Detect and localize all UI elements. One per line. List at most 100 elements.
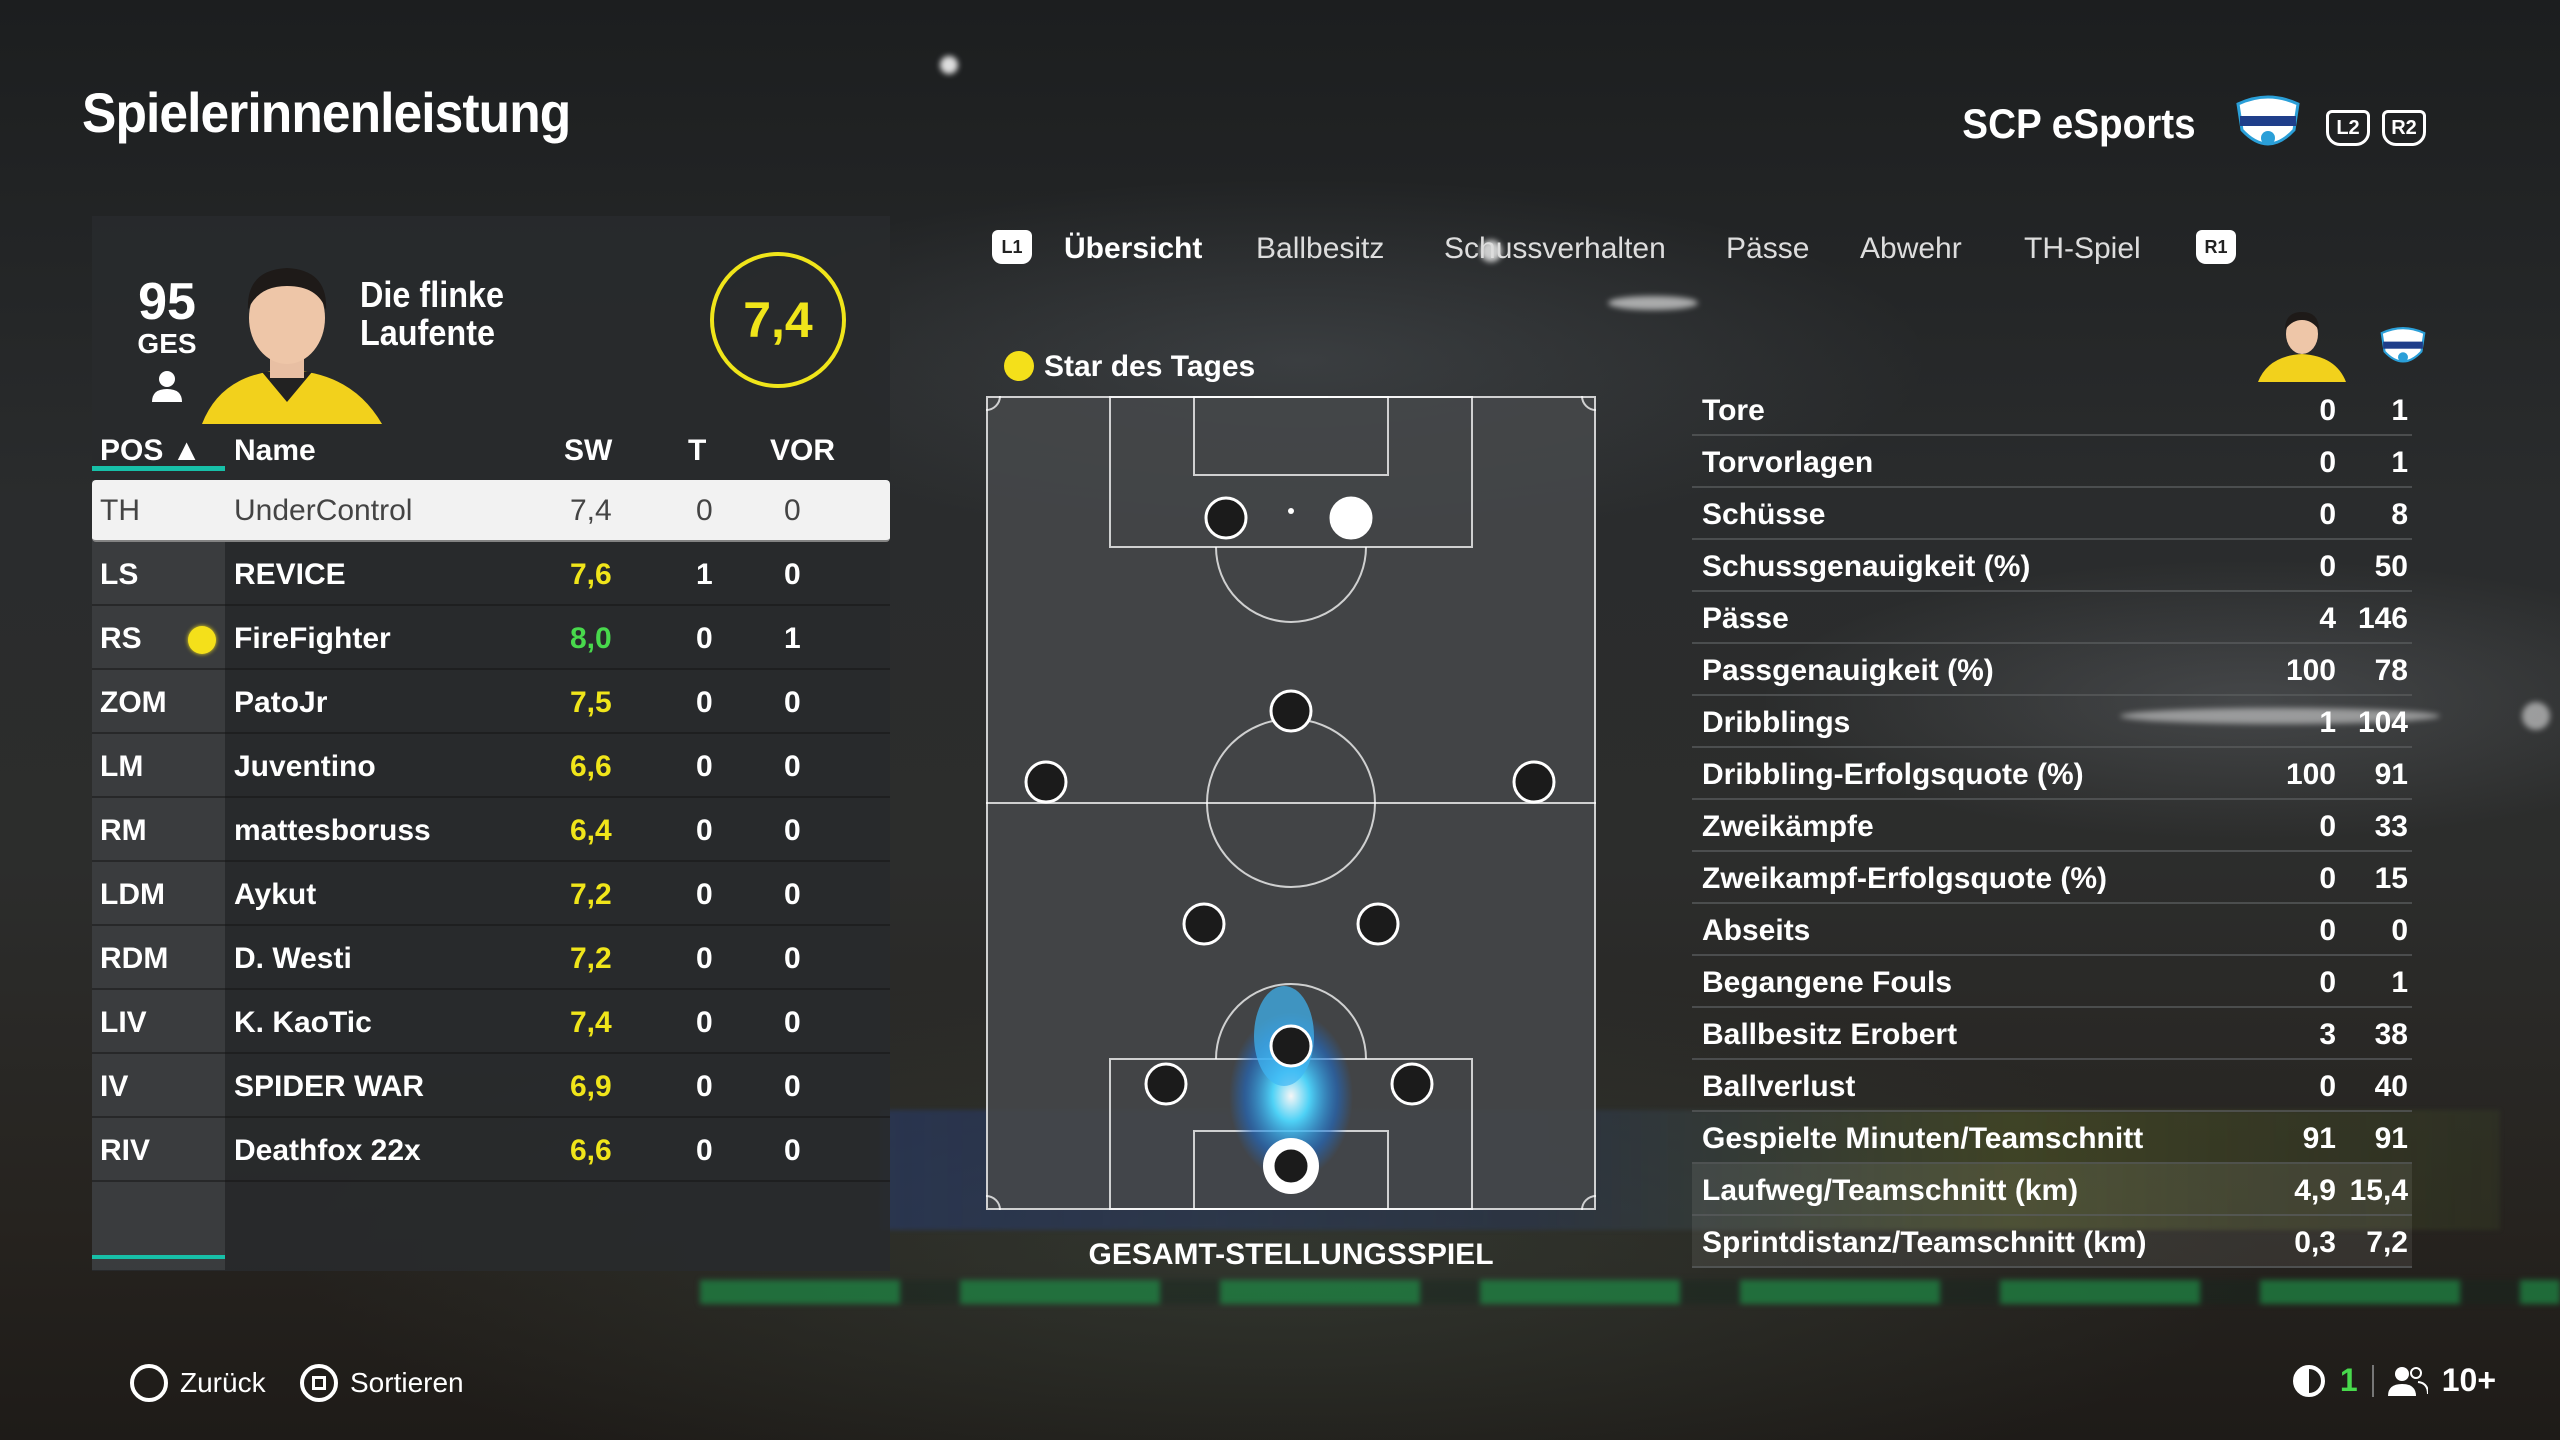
table-row[interactable]: LIV K. KaoTic 7,4 0 0: [92, 992, 890, 1054]
player-name: K. KaoTic: [234, 1006, 372, 1039]
header-t[interactable]: T: [688, 434, 706, 468]
header-sw[interactable]: SW: [564, 434, 612, 468]
player-goals: 0: [696, 1006, 713, 1039]
tab-schussverhalten[interactable]: Schussverhalten: [1444, 232, 1666, 266]
stat-label: Schüsse: [1702, 498, 1826, 531]
stat-player-value: 0: [2319, 394, 2336, 427]
stat-row: Begangene Fouls 0 1: [1692, 956, 2412, 1008]
stat-label: Pässe: [1702, 602, 1789, 635]
player-goals: 1: [696, 558, 713, 591]
player-pos: ZOM: [100, 686, 167, 719]
table-row[interactable]: IV SPIDER WAR 6,9 0 0: [92, 1056, 890, 1118]
player-pos: RIV: [100, 1134, 151, 1167]
player-pos: IV: [100, 1070, 129, 1103]
stat-row: Ballverlust 0 40: [1692, 1060, 2412, 1112]
stat-player-value: 0: [2319, 966, 2336, 999]
player-rating: 8,0: [570, 622, 612, 655]
stat-player-value: 0,3: [2294, 1226, 2336, 1259]
stat-row: Zweikämpfe 0 33: [1692, 800, 2412, 852]
player-assists: 0: [784, 814, 801, 847]
stat-team-value: 1: [2391, 446, 2408, 479]
l2-button[interactable]: L2: [2326, 110, 2370, 146]
tab-uebersicht[interactable]: Übersicht: [1064, 232, 1202, 266]
player-assists: 0: [784, 558, 801, 591]
stat-team-value: 33: [2374, 810, 2408, 843]
player-name: SPIDER WAR: [234, 1070, 425, 1103]
page-title: Spielerinnenleistung: [82, 81, 571, 144]
table-row[interactable]: LDM Aykut 7,2 0 0: [92, 864, 890, 926]
stat-label: Tore: [1702, 394, 1765, 427]
header-name[interactable]: Name: [234, 434, 316, 468]
tab-ballbesitz[interactable]: Ballbesitz: [1256, 232, 1384, 266]
footer-status: 1 10+: [2292, 1362, 2496, 1399]
stat-team-value: 1: [2391, 394, 2408, 427]
stat-label: Sprintdistanz/Teamschnitt (km): [1702, 1226, 2147, 1259]
stat-row: Schüsse 0 8: [1692, 488, 2412, 540]
table-row[interactable]: RIV Deathfox 22x 6,6 0 0: [92, 1120, 890, 1182]
stat-label: Abseits: [1702, 914, 1811, 947]
tab-th-spiel[interactable]: TH-Spiel: [2024, 232, 2141, 266]
stadium-light: [940, 56, 958, 74]
stat-player-value: 3: [2319, 1018, 2336, 1051]
half-circle-icon: [2292, 1364, 2325, 1397]
stat-team-value: 40: [2374, 1070, 2408, 1103]
table-row[interactable]: TH UnderControl 7,4 0 0: [92, 480, 890, 542]
table-row[interactable]: LS REVICE 7,6 1 0: [92, 544, 890, 606]
stat-team-value: 104: [2357, 706, 2408, 739]
table-row[interactable]: RM mattesboruss 6,4 0 0: [92, 800, 890, 862]
stat-label: Dribbling-Erfolgsquote (%): [1702, 758, 2084, 791]
count-b: 10+: [2441, 1362, 2496, 1398]
stat-row: Zweikampf-Erfolgsquote (%) 0 15: [1692, 852, 2412, 904]
table-row[interactable]: LM Juventino 6,6 0 0: [92, 736, 890, 798]
player-goals: 0: [696, 622, 713, 655]
pitch-caption: GESAMT-STELLUNGSSPIEL: [1088, 1238, 1494, 1271]
player-assists: 0: [784, 942, 801, 975]
stat-player-value: 91: [2302, 1122, 2336, 1155]
player-rating: 6,6: [570, 1134, 612, 1167]
stat-player-value: 4,9: [2294, 1174, 2336, 1207]
stat-label: Torvorlagen: [1702, 446, 1874, 479]
stat-label: Schussgenauigkeit (%): [1702, 550, 2031, 583]
player-pos: RDM: [100, 942, 169, 975]
header-pos[interactable]: POS ▲: [100, 434, 201, 468]
stat-player-value: 0: [2319, 1070, 2336, 1103]
stat-row: Dribbling-Erfolgsquote (%) 100 91: [1692, 748, 2412, 800]
player-name: Aykut: [234, 878, 317, 911]
stat-player-value: 4: [2319, 602, 2336, 635]
r1-button[interactable]: R1: [2196, 230, 2236, 264]
star-of-day-icon: [188, 626, 216, 654]
player-name: FireFighter: [234, 622, 391, 655]
player-goals: 0: [696, 1070, 713, 1103]
stat-player-value: 0: [2319, 914, 2336, 947]
stat-row: Ballbesitz Erobert 3 38: [1692, 1008, 2412, 1060]
l1-button[interactable]: L1: [992, 230, 1032, 264]
circle-button-icon: [130, 1364, 168, 1402]
player-pos: TH: [100, 494, 140, 527]
player-goals: 0: [696, 814, 713, 847]
stat-row: Gespielte Minuten/Teamschnitt 91 91: [1692, 1112, 2412, 1164]
player-nickname: Die flinke Laufente: [360, 276, 504, 352]
star-of-day-label: Star des Tages: [1004, 350, 1255, 384]
sort-label: Sortieren: [350, 1367, 464, 1398]
table-row[interactable]: RS FireFighter 8,0 0 1: [92, 608, 890, 670]
table-row[interactable]: ZOM PatoJr 7,5 0 0: [92, 672, 890, 734]
tab-paesse[interactable]: Pässe: [1726, 232, 1809, 266]
stat-label: Zweikampf-Erfolgsquote (%): [1702, 862, 2108, 895]
player-name: PatoJr: [234, 686, 328, 719]
stadium-light: [2522, 702, 2550, 730]
player-pos: LM: [100, 750, 144, 783]
back-button[interactable]: Zurück: [130, 1364, 266, 1402]
ad-strip: [700, 1280, 2560, 1304]
table-row[interactable]: RDM D. Westi 7,2 0 0: [92, 928, 890, 990]
tab-abwehr[interactable]: Abwehr: [1860, 232, 1962, 266]
star-of-day-text: Star des Tages: [1044, 350, 1256, 383]
player-pos: RS: [100, 622, 142, 655]
header-vor[interactable]: VOR: [770, 434, 835, 468]
stat-player-value: 0: [2319, 550, 2336, 583]
sort-button[interactable]: Sortieren: [300, 1364, 464, 1402]
player-assists: 0: [784, 878, 801, 911]
r2-button[interactable]: R2: [2382, 110, 2426, 146]
stat-player-value: 0: [2319, 862, 2336, 895]
stat-team-value: 0: [2391, 914, 2408, 947]
nickname-line-1: Die flinke: [360, 274, 505, 315]
